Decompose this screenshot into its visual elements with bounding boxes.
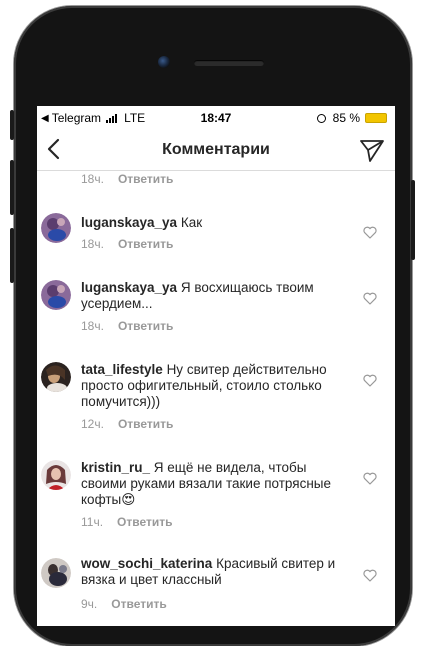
status-right: 85 % [316, 111, 387, 125]
side-button-volume-down [10, 228, 14, 283]
like-heart-icon[interactable] [363, 292, 377, 305]
comment-username[interactable]: luganskaya_ya [81, 280, 177, 295]
side-button-power [411, 180, 415, 260]
avatar[interactable] [41, 280, 71, 310]
side-button-volume-up [10, 160, 14, 215]
avatar[interactable] [41, 362, 71, 392]
comment-time: 18ч. [81, 319, 104, 333]
status-bar: ◀ Telegram LTE 18:47 85 % [37, 106, 395, 130]
battery-percent: 85 % [332, 111, 360, 125]
comment-text: luganskaya_ya Я восхищаюсь твоим усердие… [81, 280, 353, 312]
comment-time: 18ч. [81, 237, 104, 251]
comment-username[interactable]: luganskaya_ya [81, 215, 177, 230]
comment-username[interactable]: wow_sochi_katerina [81, 556, 212, 571]
screen: ◀ Telegram LTE 18:47 85 % Комментарии 18… [37, 106, 395, 626]
comment-meta: 18ч. Ответить [81, 237, 173, 251]
comment-content: Как [180, 215, 203, 230]
reply-button[interactable]: Ответить [118, 237, 173, 251]
send-icon[interactable] [359, 137, 385, 163]
reply-button[interactable]: Ответить [118, 319, 173, 333]
reply-button[interactable]: Ответить [111, 597, 166, 611]
comment-meta: 11ч. Ответить [81, 515, 173, 529]
comment-time: 18ч. [81, 172, 104, 186]
comment-text: luganskaya_ya Как [81, 215, 353, 231]
avatar[interactable] [41, 460, 71, 490]
comment-username[interactable]: tata_lifestyle [81, 362, 163, 377]
top-fragment-meta: 18ч. Ответить [81, 172, 173, 186]
comment-meta: 18ч. Ответить [81, 319, 173, 333]
reply-button[interactable]: Ответить [117, 515, 172, 529]
comment-username[interactable]: kristin_ru_ [81, 460, 150, 475]
comment-time: 11ч. [81, 515, 104, 529]
front-camera [158, 56, 170, 68]
comment-time: 9ч. [81, 597, 98, 611]
earpiece-speaker [194, 60, 264, 66]
like-heart-icon[interactable] [363, 374, 377, 387]
comment-text: kristin_ru_ Я ещё не видела, чтобы своим… [81, 460, 353, 508]
like-heart-icon[interactable] [363, 569, 377, 582]
like-heart-icon[interactable] [363, 472, 377, 485]
reply-button[interactable]: Ответить [118, 172, 173, 186]
like-heart-icon[interactable] [363, 226, 377, 239]
nav-bar: Комментарии [37, 130, 395, 171]
comment-time: 12ч. [81, 417, 104, 431]
avatar[interactable] [41, 558, 71, 588]
comment-meta: 9ч. Ответить [81, 597, 167, 611]
side-button-mute [10, 110, 14, 140]
reply-button[interactable]: Ответить [118, 417, 173, 431]
comment-text: wow_sochi_katerina Красивый свитер и вяз… [81, 556, 353, 588]
avatar[interactable] [41, 213, 71, 243]
comment-text: tata_lifestyle Ну свитер действительно п… [81, 362, 353, 410]
battery-icon [365, 113, 387, 123]
comment-meta: 12ч. Ответить [81, 417, 173, 431]
rotation-lock-icon [316, 113, 326, 123]
page-title: Комментарии [162, 141, 270, 158]
